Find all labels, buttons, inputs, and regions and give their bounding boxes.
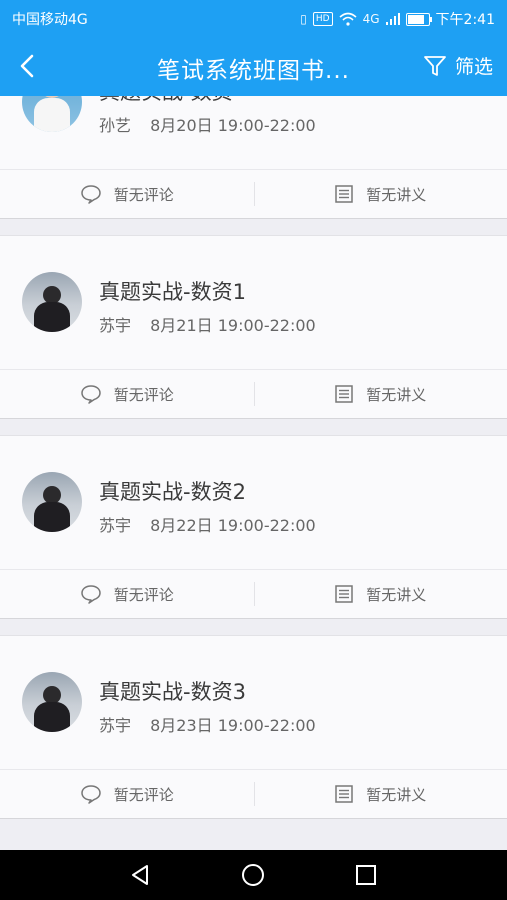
comments-label: 暂无评论 [113, 785, 174, 804]
comments-button[interactable]: 暂无评论 [0, 770, 254, 818]
battery-icon [405, 12, 432, 26]
session-info[interactable]: 真题实战-数资 孙艺 8月20日 19:00-22:00 [0, 96, 507, 169]
nav-home-icon[interactable] [241, 863, 265, 887]
session-actions: 暂无评论 暂无讲义 [0, 169, 507, 218]
teacher-name: 苏宇 [99, 716, 132, 735]
signal-icon [385, 13, 400, 25]
network-type-label: 4G [362, 12, 380, 26]
notes-button[interactable]: 暂无讲义 [254, 170, 507, 218]
comments-label: 暂无评论 [113, 585, 174, 604]
session-title: 真题实战-数资3 [99, 680, 246, 704]
comments-button[interactable]: 暂无评论 [0, 170, 254, 218]
notes-icon [335, 385, 353, 403]
notes-button[interactable]: 暂无讲义 [254, 370, 507, 418]
notes-icon [335, 785, 353, 803]
teacher-avatar [22, 272, 82, 332]
notes-button[interactable]: 暂无讲义 [254, 770, 507, 818]
status-bar: 中国移动4G ▯ HD 4G 下午2:41 [0, 0, 507, 36]
session-info[interactable]: 真题实战-数资3 苏宇 8月23日 19:00-22:00 [0, 636, 507, 769]
comments-label: 暂无评论 [113, 385, 174, 404]
notes-label: 暂无讲义 [366, 785, 427, 804]
teacher-name: 苏宇 [99, 316, 132, 335]
session-meta: 苏宇 8月21日 19:00-22:00 [99, 312, 316, 336]
session-meta: 孙艺 8月20日 19:00-22:00 [99, 112, 316, 136]
session-actions: 暂无评论 暂无讲义 [0, 369, 507, 418]
notes-button[interactable]: 暂无讲义 [254, 570, 507, 618]
session-title: 真题实战-数资1 [99, 280, 246, 304]
session-info[interactable]: 真题实战-数资2 苏宇 8月22日 19:00-22:00 [0, 436, 507, 569]
wifi-icon [339, 12, 357, 26]
session-meta: 苏宇 8月22日 19:00-22:00 [99, 512, 316, 536]
comment-icon [80, 385, 101, 404]
notes-label: 暂无讲义 [366, 185, 427, 204]
teacher-avatar [22, 96, 82, 132]
nav-back-icon[interactable] [128, 863, 152, 887]
teacher-avatar [22, 472, 82, 532]
filter-icon [424, 55, 446, 76]
hd-badge: HD [312, 12, 333, 26]
session-meta: 苏宇 8月23日 19:00-22:00 [99, 712, 316, 736]
filter-button[interactable]: 筛选 [423, 52, 493, 79]
session-card[interactable]: 真题实战-数资1 苏宇 8月21日 19:00-22:00 暂无评论 暂无讲义 [0, 235, 507, 419]
clock-label: 下午2:41 [435, 12, 495, 28]
teacher-name: 苏宇 [99, 516, 132, 535]
notes-icon [335, 185, 353, 203]
session-title: 真题实战-数资2 [99, 480, 246, 504]
teacher-avatar [22, 672, 82, 732]
session-time: 8月20日 19:00-22:00 [150, 116, 316, 135]
filter-label: 筛选 [454, 56, 493, 78]
notes-label: 暂无讲义 [366, 585, 427, 604]
teacher-name: 孙艺 [99, 116, 132, 135]
comment-icon [80, 785, 101, 804]
vibrate-icon: ▯ [300, 12, 307, 26]
system-nav-bar [0, 850, 507, 900]
session-time: 8月21日 19:00-22:00 [150, 316, 316, 335]
comments-button[interactable]: 暂无评论 [0, 370, 254, 418]
session-list[interactable]: 真题实战-数资 孙艺 8月20日 19:00-22:00 暂无评论 [0, 96, 507, 850]
header-bar: 笔试系统班图书... 筛选 [0, 36, 507, 96]
session-info[interactable]: 真题实战-数资1 苏宇 8月21日 19:00-22:00 [0, 236, 507, 369]
session-card[interactable]: 真题实战-数资2 苏宇 8月22日 19:00-22:00 暂无评论 暂无讲义 [0, 435, 507, 619]
session-actions: 暂无评论 暂无讲义 [0, 569, 507, 618]
comment-icon [80, 185, 101, 204]
session-card[interactable]: 真题实战-数资 孙艺 8月20日 19:00-22:00 暂无评论 [0, 96, 507, 219]
comments-button[interactable]: 暂无评论 [0, 570, 254, 618]
session-actions: 暂无评论 暂无讲义 [0, 769, 507, 818]
carrier-label: 中国移动4G [12, 12, 88, 28]
session-title: 真题实战-数资 [99, 96, 233, 106]
session-time: 8月23日 19:00-22:00 [150, 716, 316, 735]
session-card[interactable]: 真题实战-数资3 苏宇 8月23日 19:00-22:00 暂无评论 暂无讲义 [0, 635, 507, 819]
status-icons: ▯ HD 4G 下午2:41 [300, 9, 495, 29]
notes-icon [335, 585, 353, 603]
session-time: 8月22日 19:00-22:00 [150, 516, 316, 535]
comments-label: 暂无评论 [113, 185, 174, 204]
comment-icon [80, 585, 101, 604]
notes-label: 暂无讲义 [366, 385, 427, 404]
nav-recent-icon[interactable] [354, 863, 378, 887]
